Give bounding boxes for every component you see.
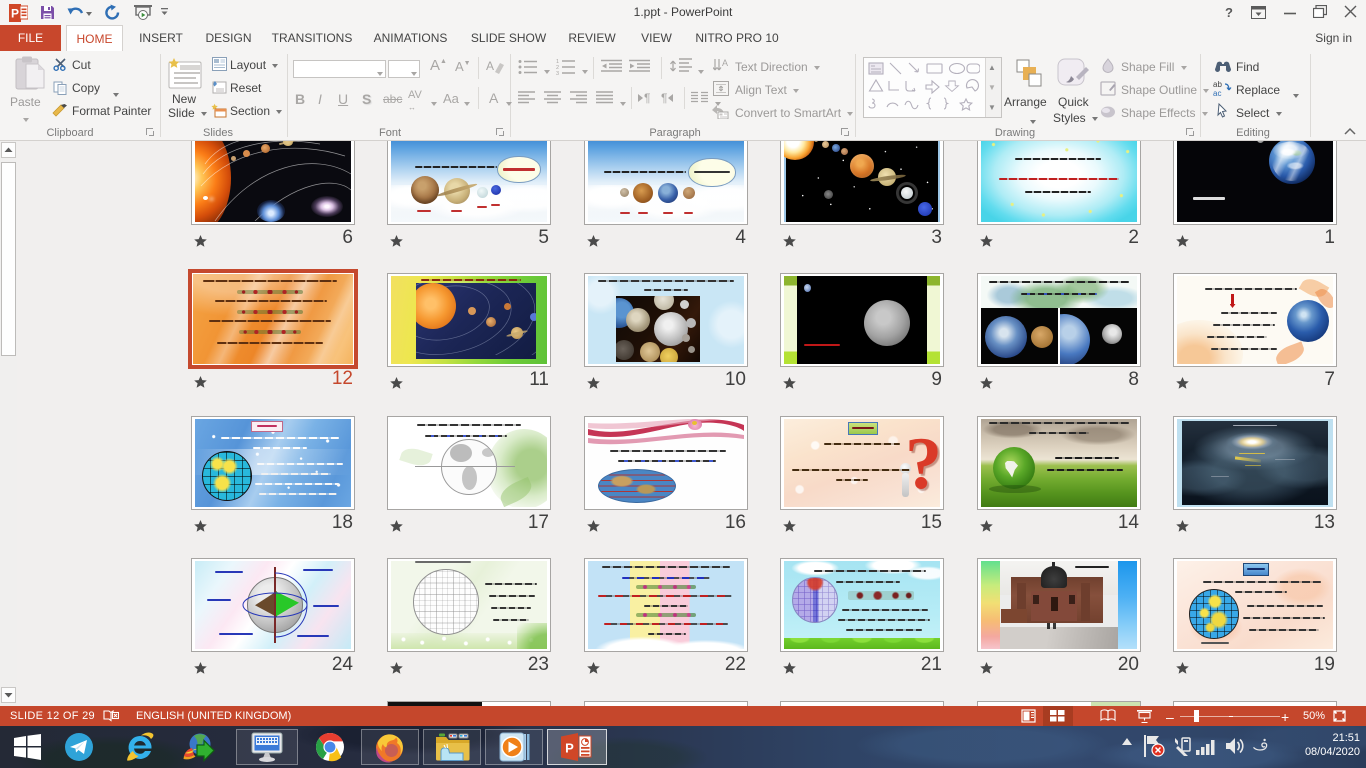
- svg-text:ab: ab: [1213, 80, 1222, 89]
- svg-text:3: 3: [556, 71, 559, 75]
- svg-text:P: P: [565, 741, 574, 756]
- svg-text:ac: ac: [1213, 89, 1221, 96]
- svg-text:P: P: [11, 7, 19, 21]
- svg-text:A: A: [722, 58, 728, 68]
- svg-text:A: A: [486, 59, 494, 73]
